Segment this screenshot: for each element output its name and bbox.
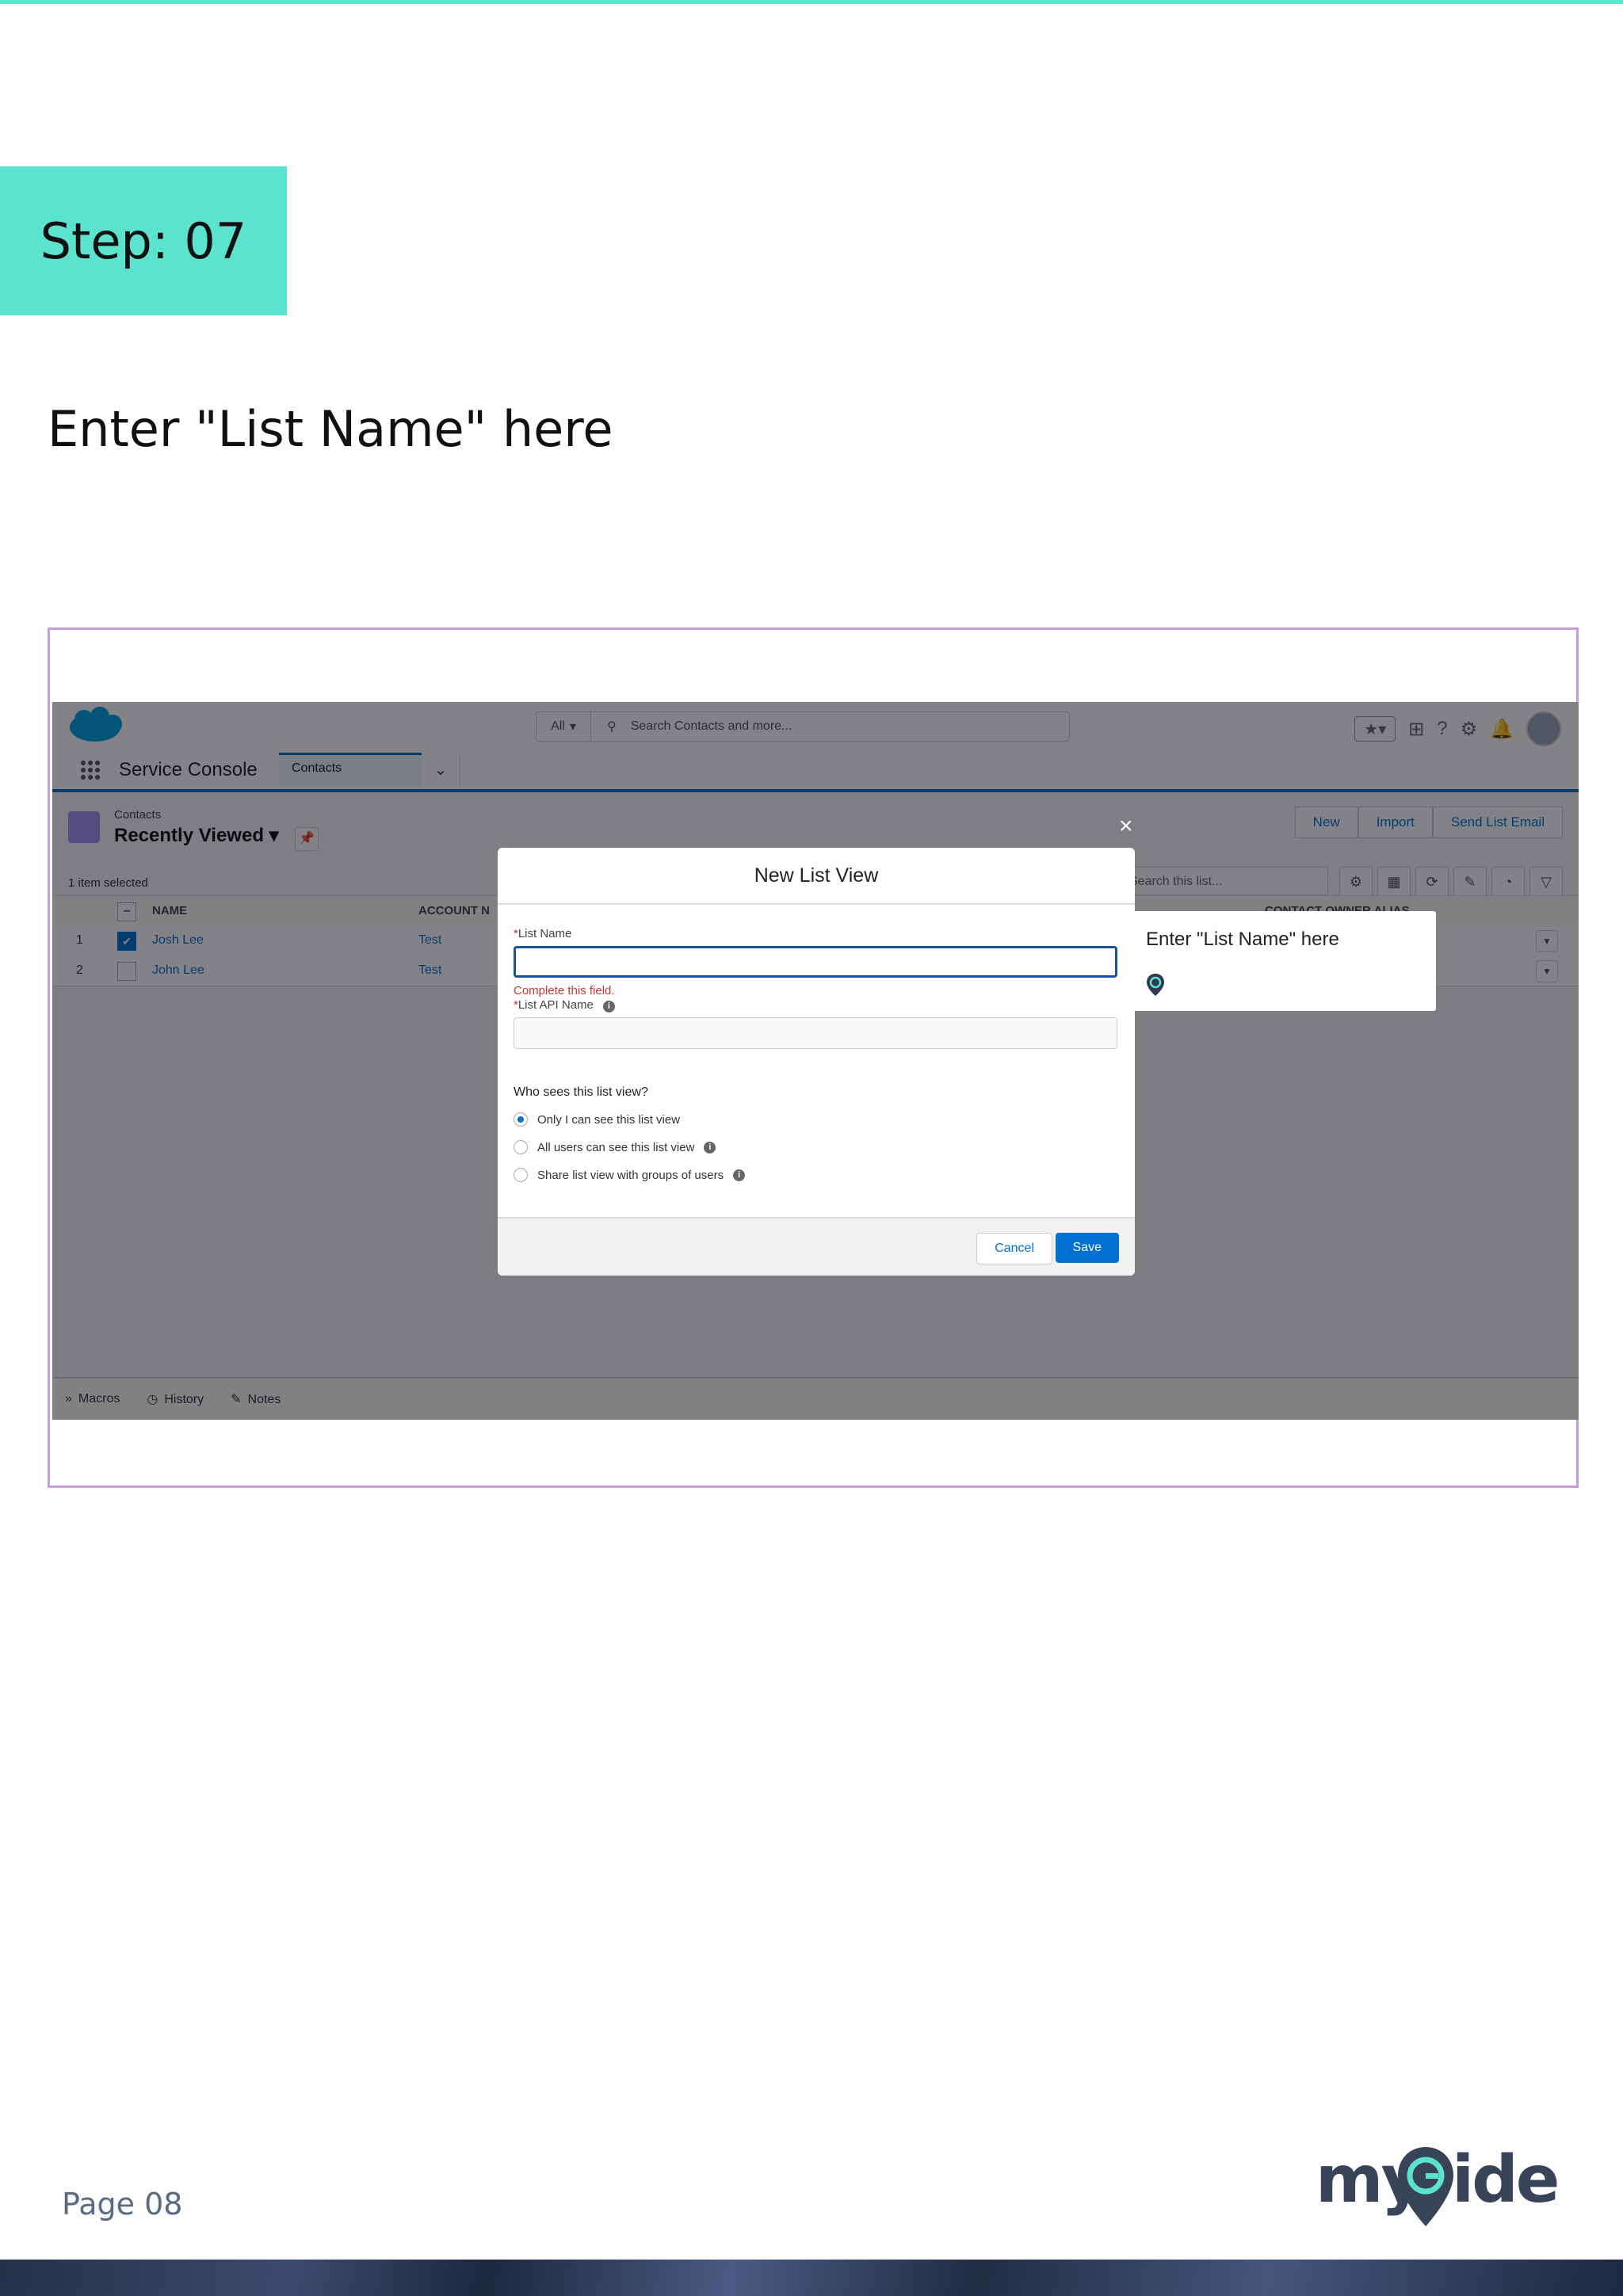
list-api-name-input[interactable] [514, 1017, 1117, 1049]
info-icon: i [704, 1141, 716, 1154]
salesforce-screenshot: All ▾ ⚲ Search Contacts and more... ★▾ ⊞… [52, 702, 1579, 1420]
step-label: Step: 07 [40, 212, 247, 270]
modal-title: New List View [498, 848, 1135, 905]
list-name-label: *List Name [514, 927, 572, 940]
myguide-logo: my ide [1316, 2139, 1561, 2226]
modal-footer: Cancel Save [498, 1217, 1135, 1276]
radio-button[interactable] [514, 1140, 528, 1154]
radio-button-selected[interactable] [514, 1112, 528, 1127]
top-accent-line [0, 0, 1623, 4]
visibility-question: Who sees this list view? [514, 1085, 648, 1099]
radio-button[interactable] [514, 1168, 528, 1182]
radio-only-me[interactable]: Only I can see this list view [514, 1112, 680, 1127]
screenshot-frame: All ▾ ⚲ Search Contacts and more... ★▾ ⊞… [48, 627, 1579, 1488]
list-name-input[interactable] [514, 946, 1117, 978]
step-badge: Step: 07 [0, 166, 287, 315]
list-api-name-label: *List API Name i [514, 998, 615, 1013]
cancel-button[interactable]: Cancel [976, 1233, 1052, 1264]
footer-band [0, 2260, 1623, 2296]
logo-pin-icon [1398, 2147, 1453, 2226]
new-list-view-modal: New List View *List Name Complete this f… [498, 848, 1135, 1276]
info-icon: i [733, 1169, 746, 1181]
instruction-heading: Enter "List Name" here [48, 400, 613, 458]
guide-tooltip: Enter "List Name" here [1130, 911, 1436, 1011]
info-icon: i [602, 1001, 615, 1013]
radio-share-groups[interactable]: Share list view with groups of users i [514, 1168, 746, 1182]
tooltip-text: Enter "List Name" here [1146, 929, 1339, 950]
close-icon[interactable]: × [1119, 813, 1133, 840]
myguide-pin-icon [1147, 974, 1164, 996]
radio-all-users[interactable]: All users can see this list view i [514, 1140, 716, 1154]
logo-text-ide: ide [1452, 2142, 1560, 2218]
page-number: Page 08 [62, 2187, 183, 2222]
save-button[interactable]: Save [1055, 1233, 1119, 1263]
list-name-error: Complete this field. [514, 984, 615, 997]
